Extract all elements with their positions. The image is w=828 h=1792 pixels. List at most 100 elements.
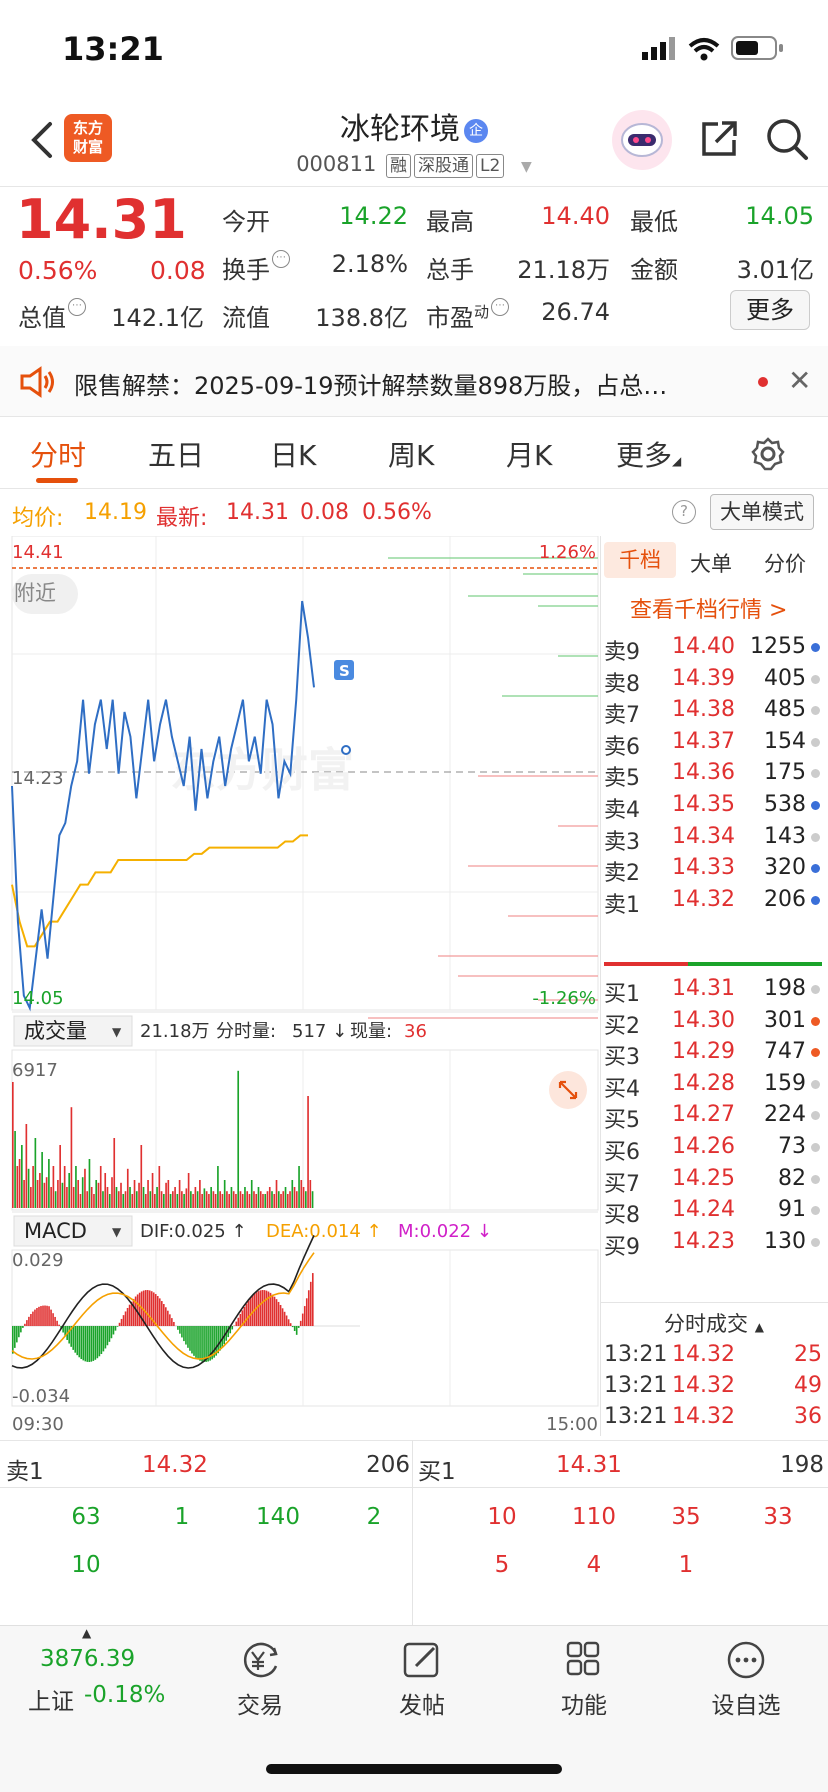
bid-row-4[interactable]: 买4 14.28 159 bbox=[600, 1071, 828, 1103]
tab-big-order[interactable]: 大单 bbox=[690, 548, 732, 578]
nav-trade[interactable]: 交易 bbox=[210, 1640, 310, 1720]
tab-five-day[interactable]: 五日 bbox=[148, 434, 204, 474]
volume-bar bbox=[293, 1187, 296, 1208]
buy-queue-item: 110 bbox=[572, 1504, 616, 1530]
macd-bar bbox=[263, 1290, 266, 1326]
macd-bar bbox=[144, 1290, 147, 1326]
bid-row-9[interactable]: 买9 14.23 130 bbox=[600, 1229, 828, 1261]
macd-bar bbox=[171, 1318, 173, 1326]
ask-row-4[interactable]: 卖6 14.37 154 bbox=[600, 729, 828, 761]
intraday-chart[interactable]: 东方财富 S 14.41 14.23 14.05 1.26% -1.26% 附近… bbox=[0, 536, 600, 1436]
volume-indicator-select[interactable]: 成交量 ▼ bbox=[13, 1015, 133, 1047]
ai-assistant-avatar[interactable] bbox=[612, 110, 672, 170]
bid-price: 14.29 bbox=[672, 1039, 735, 1065]
tab-weekly-k[interactable]: 周K bbox=[388, 434, 434, 474]
bid-volume: 747 bbox=[764, 1039, 806, 1065]
turnover-label[interactable]: 换手 ⋯ bbox=[222, 250, 290, 285]
pe-label[interactable]: 市盈动 ⋯ bbox=[426, 298, 510, 333]
volume-bar bbox=[45, 1177, 48, 1208]
ask-row-2[interactable]: 卖8 14.39 405 bbox=[600, 666, 828, 698]
nav-post[interactable]: 发帖 bbox=[372, 1640, 472, 1720]
macd-bar bbox=[185, 1326, 187, 1345]
order-dot-icon bbox=[811, 895, 820, 905]
volume-bar bbox=[255, 1194, 258, 1208]
sell-marker[interactable]: S bbox=[334, 660, 354, 680]
help-icon[interactable]: ? bbox=[672, 500, 696, 524]
tab-intraday[interactable]: 分时 bbox=[30, 434, 86, 474]
macd-bar bbox=[44, 1305, 46, 1326]
bid-row-6[interactable]: 买6 14.26 73 bbox=[600, 1134, 828, 1166]
ask-row-5[interactable]: 卖5 14.36 175 bbox=[600, 760, 828, 792]
bid-row-5[interactable]: 买5 14.27 224 bbox=[600, 1102, 828, 1134]
near-tag[interactable]: 附近 bbox=[12, 574, 78, 614]
nav-add-watchlist[interactable]: 设自选 bbox=[696, 1640, 796, 1720]
volume-bar bbox=[61, 1182, 64, 1208]
volume-total: 21.18万 bbox=[140, 1021, 210, 1042]
bid-row-8[interactable]: 买8 14.24 91 bbox=[600, 1197, 828, 1229]
more-button[interactable]: 更多 bbox=[730, 290, 810, 330]
macd-bar bbox=[163, 1304, 165, 1326]
macd-bar bbox=[50, 1309, 52, 1326]
ask-row-7[interactable]: 卖3 14.34 143 bbox=[600, 824, 828, 856]
expand-button[interactable] bbox=[549, 1071, 587, 1109]
notice-bar[interactable]: 限售解禁：2025-09-19预计解禁数量898万股，占总… ✕ bbox=[0, 346, 828, 416]
volume-now-value: 36 bbox=[404, 1021, 427, 1042]
volume-bar bbox=[133, 1180, 136, 1208]
share-button[interactable] bbox=[698, 118, 740, 160]
mktcap-label[interactable]: 总值 ⋯ bbox=[18, 298, 86, 333]
notice-text: 限售解禁：2025-09-19预计解禁数量898万股，占总… bbox=[74, 372, 668, 400]
trades-title[interactable]: 分时成交 ▲ bbox=[664, 1308, 764, 1338]
view-thousand-level-link[interactable]: 查看千档行情 > bbox=[630, 592, 787, 624]
info-icon: ⋯ bbox=[68, 298, 86, 316]
bid-row-3[interactable]: 买3 14.29 747 bbox=[600, 1039, 828, 1071]
volume-bar bbox=[77, 1180, 80, 1208]
ask-price: 14.34 bbox=[672, 823, 735, 849]
macd-indicator-select[interactable]: MACD ▼ bbox=[13, 1215, 133, 1247]
ask-row-3[interactable]: 卖7 14.38 485 bbox=[600, 697, 828, 729]
index-ticker[interactable]: ▲ 3876.39 上证 -0.18% bbox=[0, 1626, 180, 1726]
macd-bar bbox=[110, 1326, 113, 1339]
volume-bar bbox=[12, 1082, 14, 1208]
macd-bar bbox=[112, 1326, 115, 1335]
nav-functions[interactable]: 功能 bbox=[534, 1640, 634, 1720]
macd-bar bbox=[295, 1326, 298, 1335]
bid-volume: 130 bbox=[764, 1228, 806, 1254]
order-dot-icon bbox=[811, 1206, 820, 1216]
tab-price-volume[interactable]: 分价 bbox=[764, 548, 806, 578]
ask-row-8[interactable]: 卖2 14.33 320 bbox=[600, 855, 828, 887]
ask-label: 卖3 bbox=[604, 829, 640, 855]
tab-thousand-level[interactable]: 千档 bbox=[604, 542, 676, 578]
volume-bar bbox=[131, 1194, 134, 1208]
index-value: 3876.39 bbox=[40, 1646, 136, 1672]
stock-name: 冰轮环境 bbox=[340, 112, 460, 147]
notice-close-button[interactable]: ✕ bbox=[788, 364, 811, 397]
search-button[interactable] bbox=[764, 116, 810, 162]
macd-bar bbox=[249, 1298, 252, 1326]
bid-label: 买5 bbox=[604, 1108, 640, 1134]
ask-row-6[interactable]: 卖4 14.35 538 bbox=[600, 792, 828, 824]
ask-label: 卖4 bbox=[604, 798, 640, 823]
ask-row-9[interactable]: 卖1 14.32 206 bbox=[600, 887, 828, 919]
tag-connect: 深股通 bbox=[414, 154, 474, 178]
macd-bar bbox=[102, 1326, 105, 1352]
tab-daily-k[interactable]: 日K bbox=[270, 434, 316, 474]
bid-row-1[interactable]: 买1 14.31 198 bbox=[600, 976, 828, 1008]
ask-row-1[interactable]: 卖9 14.40 1255 bbox=[600, 634, 828, 666]
volume-bar bbox=[25, 1124, 28, 1208]
tab-monthly-k[interactable]: 月K bbox=[506, 434, 552, 474]
big-order-mode-button[interactable]: 大单模式 bbox=[710, 494, 814, 530]
bid-row-2[interactable]: 买2 14.30 301 bbox=[600, 1008, 828, 1040]
nav-add-watchlist-label: 设自选 bbox=[711, 1693, 781, 1719]
tab-more[interactable]: 更多◢ bbox=[616, 434, 681, 474]
macd-bar bbox=[271, 1294, 274, 1326]
volume-bar bbox=[192, 1194, 194, 1208]
bid-row-7[interactable]: 买7 14.25 82 bbox=[600, 1166, 828, 1198]
macd-bar bbox=[34, 1309, 36, 1326]
macd-bar bbox=[293, 1326, 296, 1331]
time-end-label: 15:00 bbox=[546, 1414, 598, 1435]
volume-bar bbox=[280, 1194, 282, 1208]
settings-gear-icon[interactable] bbox=[750, 436, 786, 472]
dropdown-caret-icon: ▼ bbox=[521, 159, 532, 175]
bid-ask-ratio-red bbox=[604, 962, 688, 966]
current-price: 14.31 bbox=[16, 188, 187, 251]
